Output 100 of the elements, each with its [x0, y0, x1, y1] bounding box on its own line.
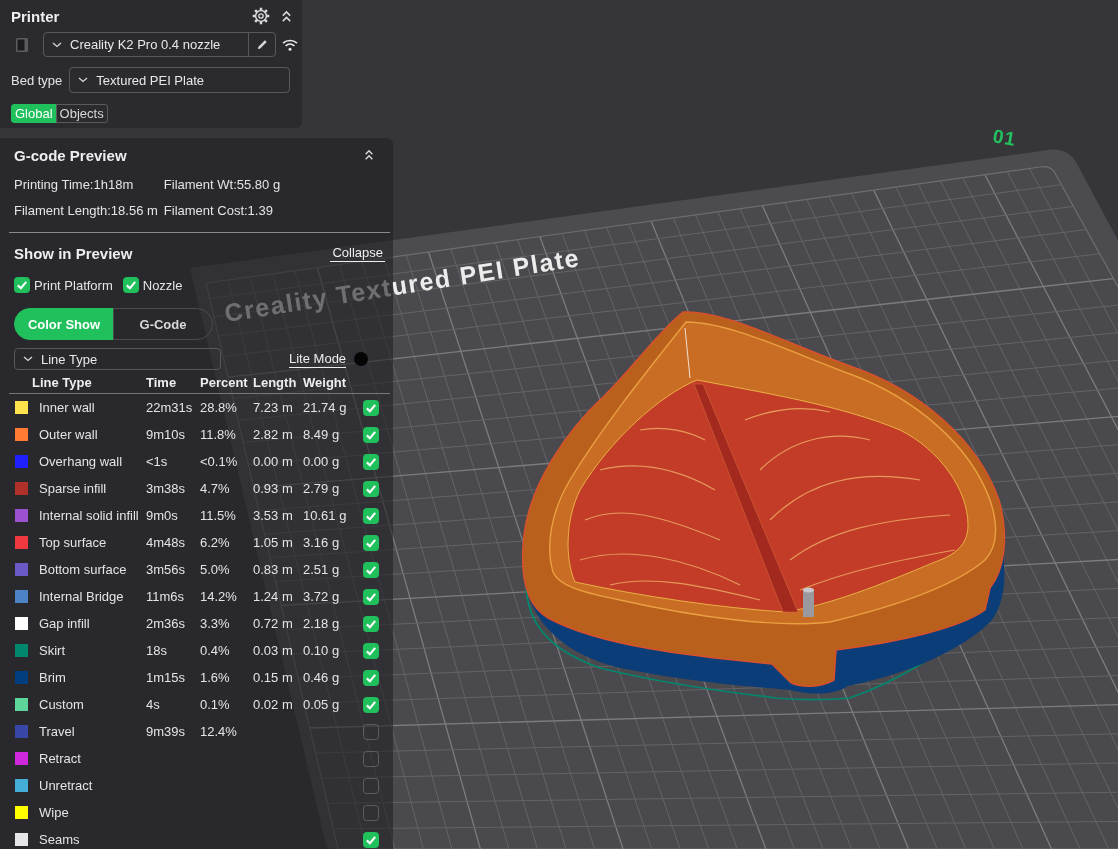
wifi-icon: [282, 38, 298, 51]
table-cell-text: Bottom surface: [39, 561, 128, 578]
table-cell-text: 0.1%: [200, 696, 231, 713]
table-cell-text: Travel: [39, 723, 76, 740]
table-cell-text: Top surface: [39, 534, 108, 551]
table-cell-text: Outer wall: [39, 426, 99, 443]
plate-label: Creality: [222, 282, 330, 327]
table-cell-text: 0.83 m: [253, 561, 294, 578]
visibility-checkbox[interactable]: [363, 561, 379, 578]
table-cell-text: 2.51 g: [303, 561, 341, 578]
table-cell-text: 2.82 m: [253, 426, 294, 443]
table-cell-text: 11m6s: [146, 588, 186, 605]
table-cell-text: 4m48s: [146, 534, 187, 551]
table-cell-text: Sparse infill: [39, 480, 108, 497]
table-cell-text: 22m31s: [146, 399, 194, 416]
visibility-checkbox[interactable]: [363, 453, 379, 470]
table-cell-text: 0.4%: [200, 642, 231, 659]
table-cell-text: Internal solid infill: [39, 507, 140, 524]
table-cell-text: 8.49 g: [303, 426, 341, 443]
visibility-checkbox[interactable]: [363, 534, 379, 551]
checkbox-label[interactable]: Print Platform: [34, 277, 113, 293]
plate-label: PEI: [457, 254, 507, 290]
visibility-checkbox[interactable]: [363, 669, 379, 686]
table-cell-text: Brim: [39, 669, 67, 686]
table-cell-text: 0.02 m: [253, 696, 294, 713]
visibility-checkbox[interactable]: [363, 831, 379, 848]
table-cell-text: 0.00 m: [253, 453, 294, 470]
table-cell-text: <1s: [146, 453, 169, 470]
visibility-checkbox[interactable]: [363, 588, 379, 605]
plate-label: Plate: [510, 243, 582, 282]
settings-icon[interactable]: [252, 7, 270, 25]
table-cell-text: Retract: [39, 750, 82, 767]
line-type-select[interactable]: Line Type: [14, 348, 221, 370]
table-cell-text: 2.79 g: [303, 480, 341, 497]
table-cell-text: 3.53 m: [253, 507, 294, 524]
table-cell-text: 6.2%: [200, 534, 231, 551]
visibility-checkbox[interactable]: [363, 426, 379, 443]
chevron-down-icon: [23, 356, 33, 362]
panel-title: Printer: [11, 7, 61, 25]
bed-type-select[interactable]: Textured PEI Plate: [69, 67, 291, 93]
table-cell-text: 7.23 m: [253, 399, 294, 416]
table-cell-text: 0.00 g: [303, 453, 341, 470]
table-cell-text: 18s: [146, 642, 168, 659]
table-cell-text: Skirt: [39, 642, 66, 659]
toggle-dot-icon[interactable]: [354, 352, 369, 366]
table-cell-text: 1.6%: [200, 669, 231, 686]
table-cell-text: 4s: [146, 696, 161, 713]
table-cell-text: Unretract: [39, 777, 94, 794]
table-cell-text: 12.4%: [200, 723, 238, 740]
table-cell-text: 3m56s: [146, 561, 187, 578]
visibility-checkbox[interactable]: [363, 723, 379, 740]
pencil-icon: [256, 39, 268, 50]
visibility-checkbox[interactable]: [363, 399, 379, 416]
printer-select[interactable]: Creality K2 Pro 0.4 nozzle: [43, 32, 249, 57]
chevron-down-icon: [78, 77, 89, 83]
stat-text: Printing Time:1h18m: [14, 176, 135, 194]
table-cell-text: 5.0%: [200, 561, 231, 578]
table-cell-text: <0.1%: [200, 453, 239, 470]
table-cell-text: 0.72 m: [253, 615, 294, 632]
table-cell-text: 9m0s: [146, 507, 179, 524]
table-cell-text: Wipe: [39, 804, 70, 821]
checkbox[interactable]: [14, 277, 30, 293]
visibility-checkbox[interactable]: [363, 777, 379, 794]
table-cell-text: 3.3%: [200, 615, 231, 632]
checkbox[interactable]: [122, 277, 139, 293]
visibility-checkbox[interactable]: [363, 750, 379, 767]
checkbox-label[interactable]: Nozzle: [142, 277, 183, 293]
collapse-icon[interactable]: [281, 9, 292, 23]
visibility-checkbox[interactable]: [363, 615, 379, 632]
table-cell-text: 10.61 g: [303, 507, 348, 524]
visibility-checkbox[interactable]: [363, 696, 379, 713]
table-cell-text: 4.7%: [200, 480, 231, 497]
visibility-checkbox[interactable]: [363, 642, 379, 659]
table-cell-text: 1.05 m: [253, 534, 294, 551]
table-cell-text: 0.03 m: [253, 642, 294, 659]
table-cell-text: 11.8%: [200, 426, 237, 443]
section-title: Show in Preview: [14, 244, 133, 262]
collapse-link[interactable]: Collapse: [330, 244, 385, 262]
column-header: Weight: [303, 374, 348, 391]
table-cell-text: 3.72 g: [303, 588, 341, 605]
table-cell-text: Overhang wall: [39, 453, 124, 470]
plate-label: Textured: [334, 263, 454, 310]
edit-button[interactable]: [248, 32, 276, 57]
table-cell-text: 3.16 g: [303, 534, 341, 551]
visibility-checkbox[interactable]: [363, 507, 379, 524]
visibility-checkbox[interactable]: [363, 804, 379, 821]
visibility-checkbox[interactable]: [363, 480, 379, 497]
plate-number: 01: [991, 125, 1018, 150]
table-cell-text: 0.93 m: [253, 480, 294, 497]
table-cell-text: 9m10s: [146, 426, 187, 443]
table-cell-text: Inner wall: [39, 399, 96, 416]
table-cell-text: 0.15 m: [253, 669, 294, 686]
chevron-down-icon: [52, 41, 62, 48]
table-cell-text: Seams: [39, 831, 81, 848]
table-cell-text: Internal Bridge: [39, 588, 125, 605]
table-cell-text: 0.46 g: [303, 669, 341, 686]
lite-mode-link[interactable]: Lite Mode: [289, 350, 347, 368]
collapse-icon[interactable]: [364, 149, 374, 161]
table-cell-text: 9m39s: [146, 723, 187, 740]
tab[interactable]: Objects: [55, 104, 108, 123]
